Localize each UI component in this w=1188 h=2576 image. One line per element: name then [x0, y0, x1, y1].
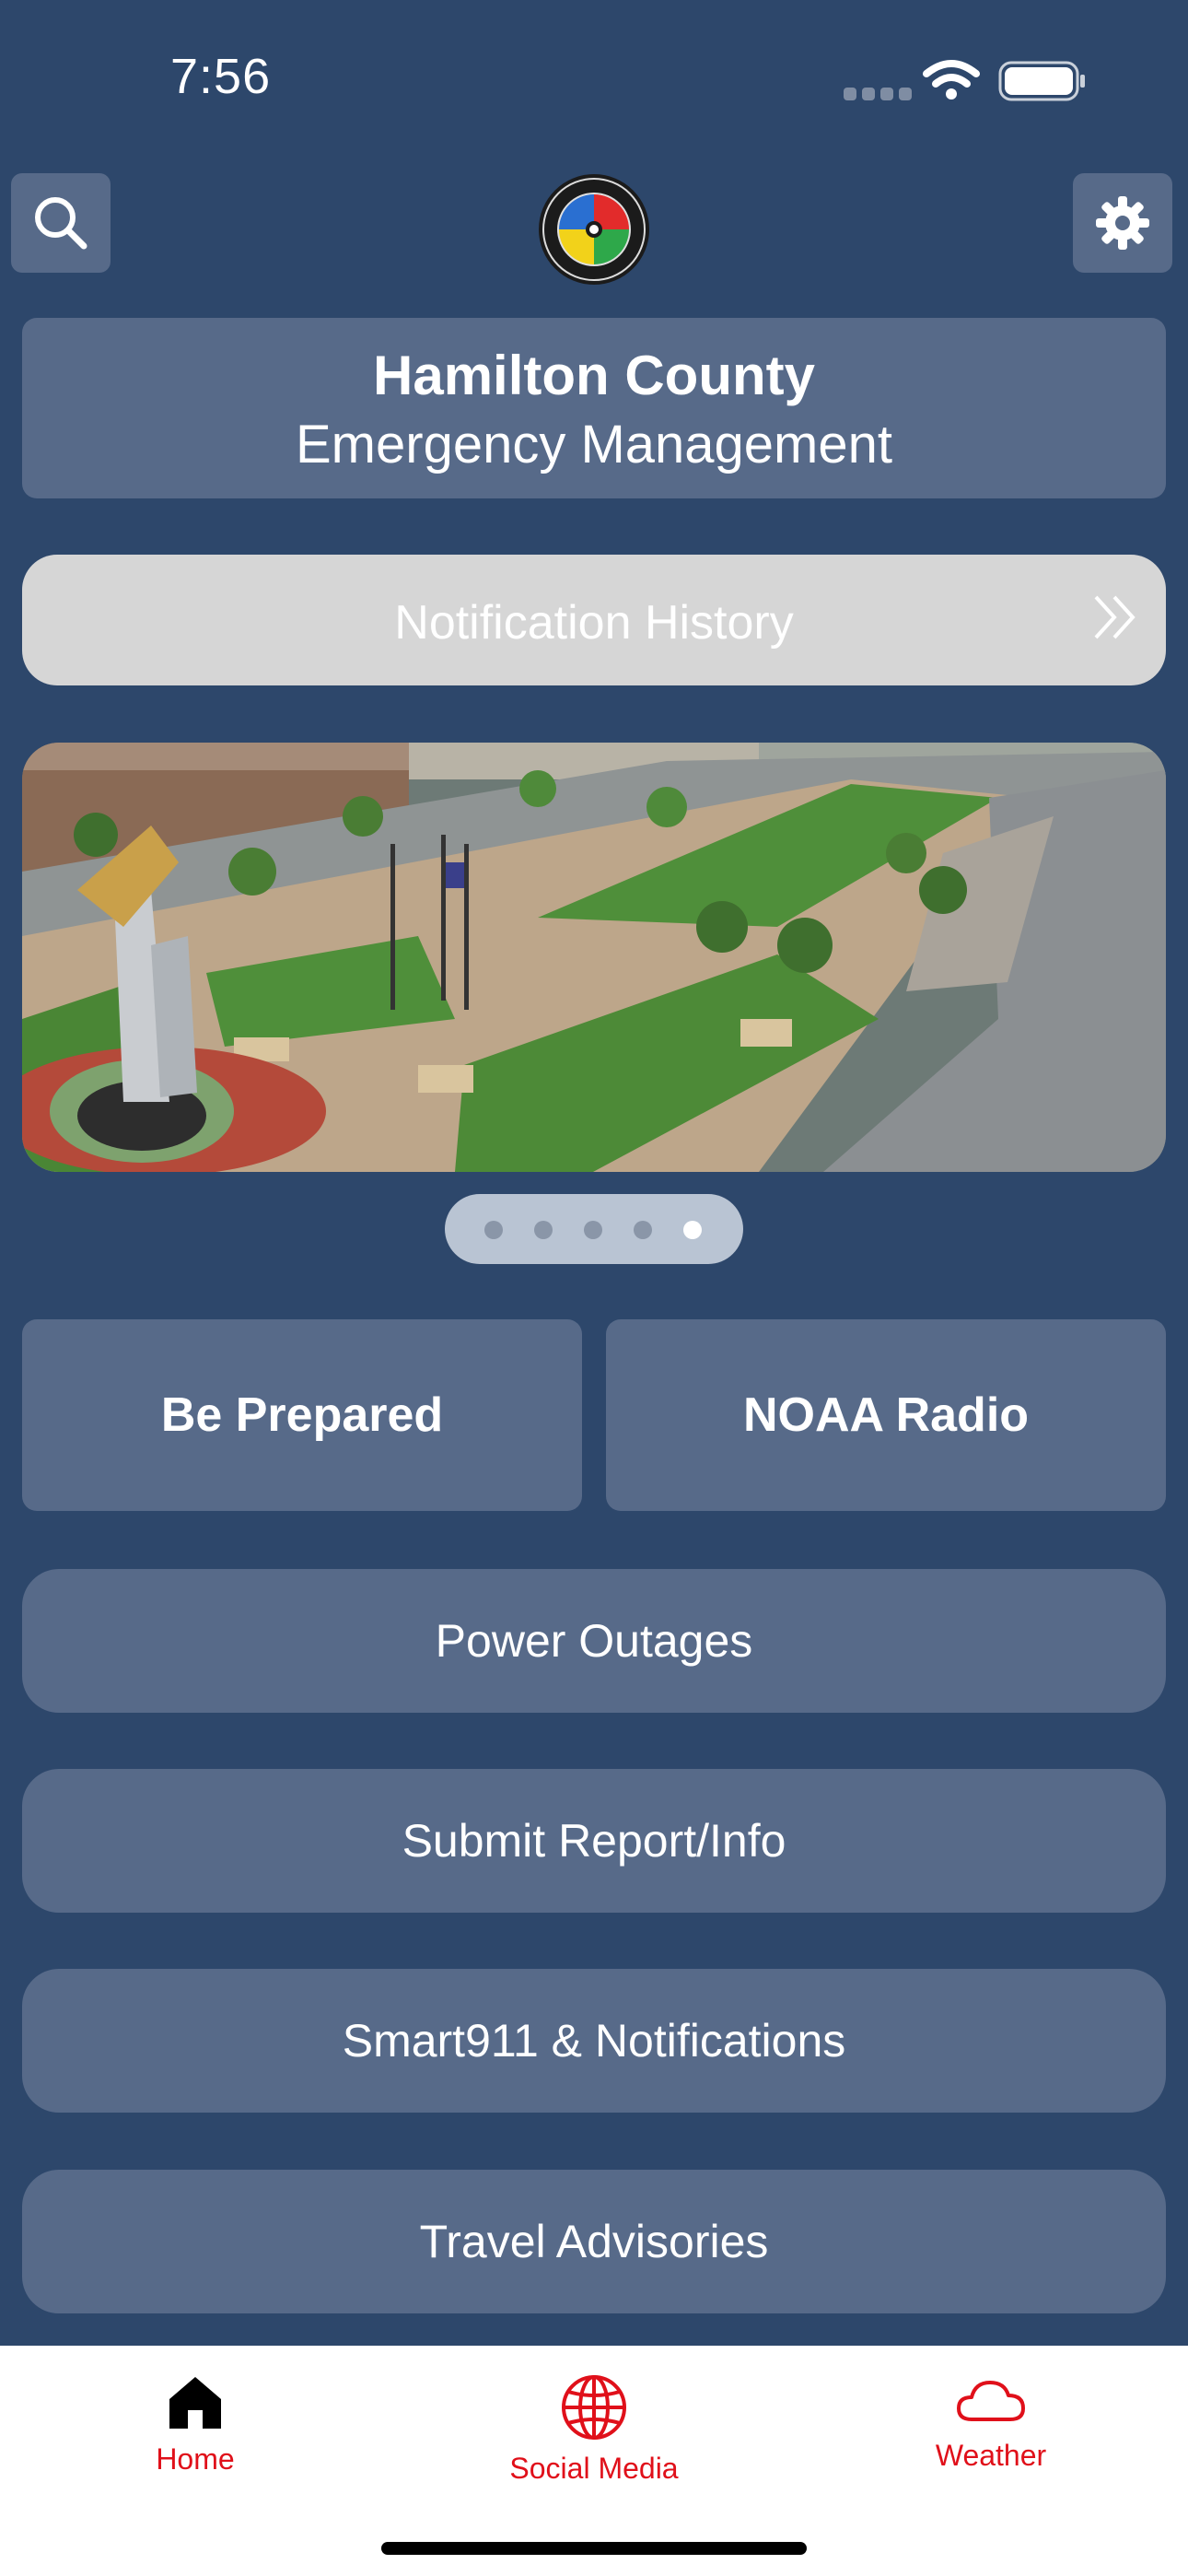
- submit-report-label: Submit Report/Info: [402, 1815, 786, 1867]
- be-prepared-button[interactable]: Be Prepared: [22, 1319, 582, 1511]
- status-time: 7:56: [170, 49, 272, 104]
- be-prepared-label: Be Prepared: [160, 1388, 444, 1442]
- double-chevron-right-icon: [1094, 595, 1136, 639]
- power-outages-label: Power Outages: [435, 1615, 753, 1667]
- carousel-page-indicator[interactable]: [445, 1194, 743, 1264]
- settings-button[interactable]: [1073, 173, 1172, 273]
- page-dot[interactable]: [634, 1221, 652, 1239]
- page-dot[interactable]: [484, 1221, 503, 1239]
- page-dot[interactable]: [534, 1221, 553, 1239]
- notification-history-button[interactable]: Notification History: [22, 555, 1166, 685]
- power-outages-button[interactable]: Power Outages: [22, 1569, 1166, 1713]
- smart911-label: Smart911 & Notifications: [342, 2015, 846, 2067]
- battery-icon: [998, 61, 1085, 101]
- home-indicator[interactable]: [381, 2542, 807, 2555]
- smart911-button[interactable]: Smart911 & Notifications: [22, 1969, 1166, 2113]
- county-seal-logo: [539, 174, 649, 285]
- home-icon: [169, 2377, 221, 2429]
- noaa-radio-button[interactable]: NOAA Radio: [606, 1319, 1166, 1511]
- tab-social-media[interactable]: Social Media: [456, 2373, 732, 2486]
- tab-home[interactable]: Home: [57, 2373, 333, 2476]
- carousel-image[interactable]: [22, 743, 1166, 1172]
- travel-advisories-button[interactable]: Travel Advisories: [22, 2170, 1166, 2313]
- tab-weather[interactable]: Weather: [853, 2373, 1129, 2473]
- gear-icon: [1096, 196, 1149, 250]
- page-title: Hamilton County: [373, 345, 815, 406]
- tab-social-media-label: Social Media: [509, 2452, 679, 2485]
- search-button[interactable]: [11, 173, 111, 273]
- wifi-icon: [923, 60, 980, 100]
- page-subtitle: Emergency Management: [296, 415, 892, 474]
- page-dot-active[interactable]: [683, 1221, 702, 1239]
- tab-home-label: Home: [156, 2442, 235, 2476]
- search-icon: [35, 197, 87, 250]
- noaa-radio-label: NOAA Radio: [742, 1388, 1030, 1442]
- travel-advisories-label: Travel Advisories: [419, 2216, 769, 2267]
- notification-history-label: Notification History: [394, 596, 794, 650]
- page-dot[interactable]: [584, 1221, 602, 1239]
- title-card: Hamilton County Emergency Management: [22, 318, 1166, 498]
- tab-weather-label: Weather: [935, 2439, 1047, 2472]
- submit-report-button[interactable]: Submit Report/Info: [22, 1769, 1166, 1913]
- cloud-icon: [957, 2381, 1025, 2421]
- globe-icon: [562, 2375, 626, 2440]
